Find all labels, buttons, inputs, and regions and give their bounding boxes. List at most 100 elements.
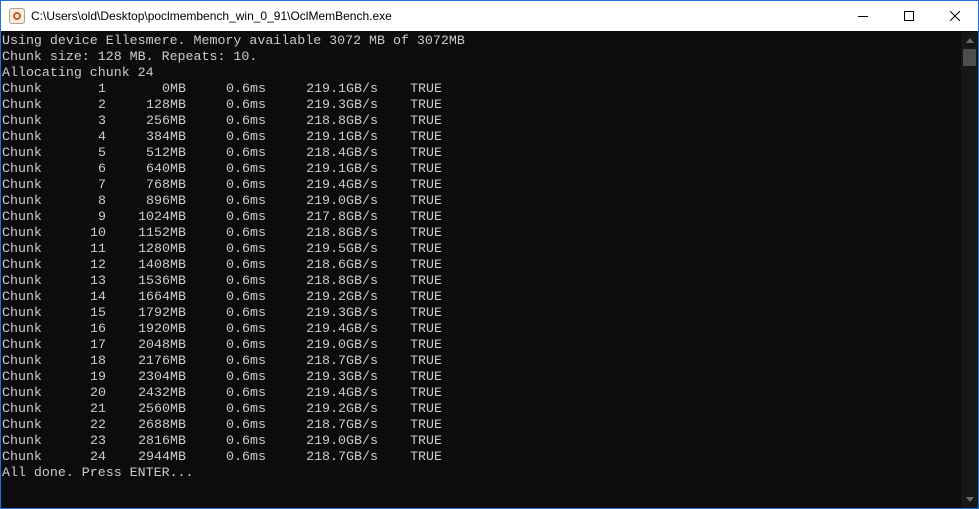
bandwidth-gbs: 219.2: [306, 289, 346, 304]
ms-unit: ms: [250, 225, 266, 240]
result-row: Chunk 2 128MB 0.6ms 219.3GB/s TRUE: [2, 97, 465, 113]
close-button[interactable]: [932, 1, 978, 31]
ms-unit: ms: [250, 257, 266, 272]
ms-unit: ms: [250, 177, 266, 192]
result-row: Chunk 12 1408MB 0.6ms 218.6GB/s TRUE: [2, 257, 465, 273]
chunk-offset-mb: 0: [162, 81, 170, 96]
result-status: TRUE: [410, 273, 442, 288]
gbs-unit: GB/s: [346, 241, 378, 256]
result-row: Chunk 23 2816MB 0.6ms 219.0GB/s TRUE: [2, 433, 465, 449]
time-ms: 0.6: [226, 113, 250, 128]
bandwidth-gbs: 219.4: [306, 385, 346, 400]
chunk-index: 2: [98, 97, 106, 112]
chunk-label: Chunk: [2, 273, 42, 288]
gbs-unit: GB/s: [346, 161, 378, 176]
gbs-unit: GB/s: [346, 433, 378, 448]
time-ms: 0.6: [226, 81, 250, 96]
bandwidth-gbs: 219.0: [306, 337, 346, 352]
bandwidth-gbs: 219.0: [306, 433, 346, 448]
scroll-thumb[interactable]: [963, 49, 976, 66]
result-status: TRUE: [410, 289, 442, 304]
ms-unit: ms: [250, 81, 266, 96]
chunk-offset-mb: 2688: [138, 417, 170, 432]
mb-unit: MB: [170, 161, 186, 176]
bandwidth-gbs: 219.1: [306, 161, 346, 176]
chunk-index: 10: [90, 225, 106, 240]
chunk-offset-mb: 1152: [138, 225, 170, 240]
mb-unit: MB: [170, 97, 186, 112]
ms-unit: ms: [250, 145, 266, 160]
mb-unit: MB: [170, 177, 186, 192]
gbs-unit: GB/s: [346, 273, 378, 288]
result-row: Chunk 21 2560MB 0.6ms 219.2GB/s TRUE: [2, 401, 465, 417]
result-status: TRUE: [410, 81, 442, 96]
app-icon[interactable]: [9, 8, 25, 24]
bandwidth-gbs: 218.7: [306, 353, 346, 368]
result-status: TRUE: [410, 433, 442, 448]
bandwidth-gbs: 218.4: [306, 145, 346, 160]
chunk-offset-mb: 256: [146, 113, 170, 128]
time-ms: 0.6: [226, 369, 250, 384]
result-row: Chunk 5 512MB 0.6ms 218.4GB/s TRUE: [2, 145, 465, 161]
chunk-label: Chunk: [2, 177, 42, 192]
ms-unit: ms: [250, 193, 266, 208]
bandwidth-gbs: 218.6: [306, 257, 346, 272]
chunk-label: Chunk: [2, 257, 42, 272]
ms-unit: ms: [250, 97, 266, 112]
scroll-up-button[interactable]: [961, 32, 978, 49]
mb-unit: MB: [170, 113, 186, 128]
result-row: Chunk 6 640MB 0.6ms 219.1GB/s TRUE: [2, 161, 465, 177]
result-row: Chunk 22 2688MB 0.6ms 218.7GB/s TRUE: [2, 417, 465, 433]
gbs-unit: GB/s: [346, 449, 378, 464]
window-controls: [840, 1, 978, 31]
scroll-up-arrow-icon: [965, 38, 974, 43]
chunk-label: Chunk: [2, 129, 42, 144]
chunk-index: 17: [90, 337, 106, 352]
time-ms: 0.6: [226, 97, 250, 112]
time-ms: 0.6: [226, 241, 250, 256]
chunk-label: Chunk: [2, 97, 42, 112]
mb-unit: MB: [170, 337, 186, 352]
mb-unit: MB: [170, 273, 186, 288]
time-ms: 0.6: [226, 385, 250, 400]
vertical-scrollbar[interactable]: [961, 32, 978, 508]
chunk-label: Chunk: [2, 305, 42, 320]
ms-unit: ms: [250, 305, 266, 320]
result-row: Chunk 15 1792MB 0.6ms 219.3GB/s TRUE: [2, 305, 465, 321]
time-ms: 0.6: [226, 225, 250, 240]
result-row: Chunk 18 2176MB 0.6ms 218.7GB/s TRUE: [2, 353, 465, 369]
result-status: TRUE: [410, 369, 442, 384]
maximize-button[interactable]: [886, 1, 932, 31]
result-status: TRUE: [410, 113, 442, 128]
mb-unit: MB: [170, 289, 186, 304]
result-row: Chunk 14 1664MB 0.6ms 219.2GB/s TRUE: [2, 289, 465, 305]
gbs-unit: GB/s: [346, 177, 378, 192]
title-bar[interactable]: C:\Users\old\Desktop\poclmembench_win_0_…: [1, 1, 978, 31]
bandwidth-gbs: 219.2: [306, 401, 346, 416]
chunk-index: 1: [98, 81, 106, 96]
maximize-icon: [904, 11, 914, 21]
chunk-label: Chunk: [2, 209, 42, 224]
scroll-down-button[interactable]: [961, 491, 978, 508]
minimize-button[interactable]: [840, 1, 886, 31]
time-ms: 0.6: [226, 417, 250, 432]
console-output-area[interactable]: Using device Ellesmere. Memory available…: [1, 32, 962, 508]
result-row: Chunk 10 1152MB 0.6ms 218.8GB/s TRUE: [2, 225, 465, 241]
gbs-unit: GB/s: [346, 321, 378, 336]
mb-unit: MB: [170, 305, 186, 320]
chunk-index: 5: [98, 145, 106, 160]
result-status: TRUE: [410, 129, 442, 144]
bandwidth-gbs: 217.8: [306, 209, 346, 224]
chunk-index: 9: [98, 209, 106, 224]
chunk-offset-mb: 1408: [138, 257, 170, 272]
result-status: TRUE: [410, 385, 442, 400]
time-ms: 0.6: [226, 257, 250, 272]
result-row: Chunk 9 1024MB 0.6ms 217.8GB/s TRUE: [2, 209, 465, 225]
chunk-offset-mb: 768: [146, 177, 170, 192]
time-ms: 0.6: [226, 209, 250, 224]
chunk-index: 19: [90, 369, 106, 384]
chunk-offset-mb: 2048: [138, 337, 170, 352]
result-row: Chunk 3 256MB 0.6ms 218.8GB/s TRUE: [2, 113, 465, 129]
gbs-unit: GB/s: [346, 353, 378, 368]
result-status: TRUE: [410, 97, 442, 112]
